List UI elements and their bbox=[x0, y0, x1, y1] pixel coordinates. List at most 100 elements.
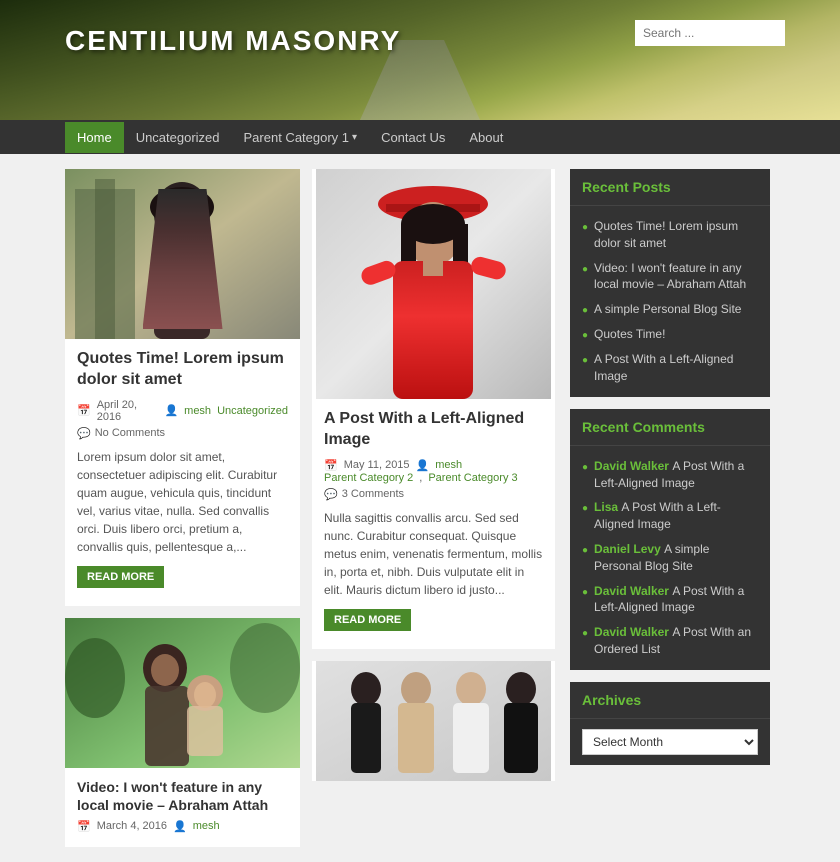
bullet-icon: ● bbox=[582, 263, 588, 277]
site-header: CENTILIUM MASONRY bbox=[0, 0, 840, 120]
post-card-video: Video: I won't feature in any local movi… bbox=[65, 618, 300, 847]
nav-item-contact[interactable]: Contact Us bbox=[369, 122, 457, 153]
post-author-left-image[interactable]: mesh bbox=[435, 459, 462, 471]
calendar-icon-video: 📅 bbox=[77, 820, 91, 833]
masonry-right-column: A Post With a Left-Aligned Image 📅 May 1… bbox=[312, 169, 555, 847]
bullet-icon: ● bbox=[582, 627, 588, 641]
post-category-1-left-image[interactable]: Parent Category 2 bbox=[324, 472, 413, 484]
list-item: ● Daniel Levy A simple Personal Blog Sit… bbox=[570, 537, 770, 579]
nav-item-uncategorized[interactable]: Uncategorized bbox=[124, 122, 232, 153]
posts-column: Quotes Time! Lorem ipsum dolor sit amet … bbox=[65, 169, 555, 847]
list-item: ● Video: I won't feature in any local mo… bbox=[570, 256, 770, 298]
recent-posts-list: ● Quotes Time! Lorem ipsum dolor sit ame… bbox=[570, 206, 770, 397]
post-title-quotes[interactable]: Quotes Time! Lorem ipsum dolor sit amet bbox=[77, 349, 288, 391]
list-item: ● Quotes Time! Lorem ipsum dolor sit ame… bbox=[570, 214, 770, 256]
recent-post-link-2[interactable]: A simple Personal Blog Site bbox=[594, 301, 741, 318]
bullet-icon: ● bbox=[582, 502, 588, 516]
recent-post-link-0[interactable]: Quotes Time! Lorem ipsum dolor sit amet bbox=[594, 218, 758, 252]
chevron-down-icon: ▾ bbox=[352, 132, 357, 143]
nav-item-about[interactable]: About bbox=[457, 122, 515, 153]
comment-author-1[interactable]: Lisa bbox=[594, 500, 618, 514]
widget-archives: Archives Select MonthJanuary 2016Februar… bbox=[570, 682, 770, 765]
post-excerpt-quotes: Lorem ipsum dolor sit amet, consectetuer… bbox=[77, 448, 288, 556]
post-title-left-image[interactable]: A Post With a Left-Aligned Image bbox=[324, 409, 543, 451]
list-item: ● Quotes Time! bbox=[570, 322, 770, 347]
post-category-quotes[interactable]: Uncategorized bbox=[217, 405, 288, 417]
bullet-icon: ● bbox=[582, 461, 588, 475]
calendar-icon-left-image: 📅 bbox=[324, 459, 338, 472]
post-meta-quotes: 📅 April 20, 2016 👤 mesh Uncategorized bbox=[77, 399, 288, 423]
calendar-icon: 📅 bbox=[77, 404, 91, 417]
main-content: Quotes Time! Lorem ipsum dolor sit amet … bbox=[0, 154, 840, 862]
bullet-icon: ● bbox=[582, 329, 588, 343]
post-meta-video: 📅 March 4, 2016 👤 mesh bbox=[77, 820, 288, 833]
comment-author-4[interactable]: David Walker bbox=[594, 625, 669, 639]
user-icon-video: 👤 bbox=[173, 820, 187, 833]
post-thumbnail-woman-dark bbox=[65, 169, 300, 339]
post-comments-text-quotes[interactable]: No Comments bbox=[95, 427, 165, 439]
post-categories-left-image: Parent Category 2 , Parent Category 3 bbox=[324, 472, 543, 484]
list-item: ● David Walker A Post With an Ordered Li… bbox=[570, 620, 770, 662]
widget-recent-comments-title: Recent Comments bbox=[570, 409, 770, 446]
nav-item-parent-category[interactable]: Parent Category 1 ▾ bbox=[232, 122, 370, 153]
post-excerpt-left-image: Nulla sagittis convallis arcu. Sed sed n… bbox=[324, 509, 543, 599]
post-date-left-image: May 11, 2015 bbox=[344, 459, 410, 471]
fashion-svg bbox=[312, 661, 555, 781]
read-more-button-quotes[interactable]: READ MORE bbox=[77, 566, 164, 588]
post-date-video: March 4, 2016 bbox=[97, 820, 167, 832]
bullet-icon: ● bbox=[582, 304, 588, 318]
main-navigation: Home Uncategorized Parent Category 1 ▾ C… bbox=[0, 120, 840, 154]
post-thumbnail-mom-baby bbox=[65, 618, 300, 768]
post-comments-text-left-image[interactable]: 3 Comments bbox=[342, 488, 404, 500]
widget-archives-title: Archives bbox=[570, 682, 770, 719]
comment-author-3[interactable]: David Walker bbox=[594, 584, 669, 598]
post-category-2-left-image[interactable]: Parent Category 3 bbox=[428, 472, 517, 484]
recent-post-link-1[interactable]: Video: I won't feature in any local movi… bbox=[594, 260, 758, 294]
mom-baby-svg bbox=[65, 618, 300, 768]
post-content-left-image: A Post With a Left-Aligned Image 📅 May 1… bbox=[312, 399, 555, 649]
red-woman-svg bbox=[312, 169, 555, 399]
nav-item-home[interactable]: Home bbox=[65, 122, 124, 153]
bullet-icon: ● bbox=[582, 221, 588, 235]
post-image-red-woman bbox=[312, 169, 555, 399]
list-item: ● Lisa A Post With a Left-Aligned Image bbox=[570, 495, 770, 537]
bullet-icon: ● bbox=[582, 354, 588, 368]
archives-select[interactable]: Select MonthJanuary 2016February 2016Mar… bbox=[582, 729, 758, 755]
search-input[interactable] bbox=[635, 20, 785, 46]
post-image-video bbox=[65, 618, 300, 768]
post-author-video[interactable]: mesh bbox=[193, 820, 220, 832]
list-item: ● A Post With a Left-Aligned Image bbox=[570, 347, 770, 389]
post-thumbnail-red-woman bbox=[312, 169, 555, 399]
comment-author-2[interactable]: Daniel Levy bbox=[594, 542, 661, 556]
site-title: CENTILIUM MASONRY bbox=[65, 25, 401, 57]
comment-bubble-icon: 💬 bbox=[77, 427, 91, 440]
recent-post-link-3[interactable]: Quotes Time! bbox=[594, 326, 665, 343]
archives-content: Select MonthJanuary 2016February 2016Mar… bbox=[570, 719, 770, 765]
widget-recent-posts-title: Recent Posts bbox=[570, 169, 770, 206]
comment-author-0[interactable]: David Walker bbox=[594, 459, 669, 473]
post-card-quotes: Quotes Time! Lorem ipsum dolor sit amet … bbox=[65, 169, 300, 606]
post-card-fashion bbox=[312, 661, 555, 781]
bullet-icon: ● bbox=[582, 586, 588, 600]
bullet-icon: ● bbox=[582, 544, 588, 558]
masonry-left-column: Quotes Time! Lorem ipsum dolor sit amet … bbox=[65, 169, 300, 847]
woman-figure-svg bbox=[65, 169, 300, 339]
list-item: ● David Walker A Post With a Left-Aligne… bbox=[570, 579, 770, 621]
post-meta-left-image: 📅 May 11, 2015 👤 mesh bbox=[324, 459, 543, 472]
post-image-fashion bbox=[312, 661, 555, 781]
masonry-grid: Quotes Time! Lorem ipsum dolor sit amet … bbox=[65, 169, 555, 847]
post-comments-left-image: 💬 3 Comments bbox=[324, 488, 543, 501]
search-box[interactable] bbox=[635, 20, 785, 46]
list-item: ● A simple Personal Blog Site bbox=[570, 297, 770, 322]
recent-post-link-4[interactable]: A Post With a Left-Aligned Image bbox=[594, 351, 758, 385]
post-author-quotes[interactable]: mesh bbox=[184, 405, 211, 417]
list-item: ● David Walker A Post With a Left-Aligne… bbox=[570, 454, 770, 496]
widget-recent-comments: Recent Comments ● David Walker A Post Wi… bbox=[570, 409, 770, 670]
comment-bubble-icon-left: 💬 bbox=[324, 488, 338, 501]
sidebar: Recent Posts ● Quotes Time! Lorem ipsum … bbox=[570, 169, 770, 847]
post-content-video: Video: I won't feature in any local movi… bbox=[65, 768, 300, 847]
read-more-button-left-image[interactable]: READ MORE bbox=[324, 609, 411, 631]
post-title-video[interactable]: Video: I won't feature in any local movi… bbox=[77, 778, 288, 814]
user-icon-quotes: 👤 bbox=[164, 404, 178, 417]
post-image-quotes bbox=[65, 169, 300, 339]
